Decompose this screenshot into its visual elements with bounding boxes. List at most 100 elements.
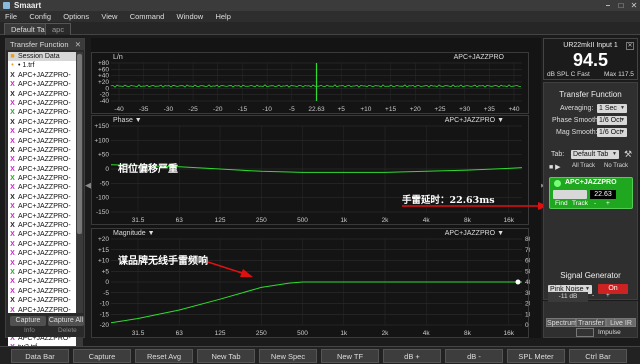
track-all-checkbox[interactable]: ■ ▶	[549, 163, 561, 171]
delay-value-field[interactable]: 22.63	[590, 190, 616, 199]
file-item[interactable]: XAPC+JAZZPRO-	[8, 137, 77, 146]
menu-config[interactable]: Config	[24, 11, 56, 22]
magnitude-trace	[110, 281, 522, 324]
delay-slider[interactable]	[553, 190, 587, 199]
menu-options[interactable]: Options	[58, 11, 94, 22]
x-tick-label: 500	[297, 330, 308, 337]
file-item[interactable]: XAPC+JAZZPRO-	[8, 193, 77, 202]
mode-spectrum[interactable]: Spectrum	[546, 318, 577, 327]
spl-meter-button[interactable]: SPL Meter	[507, 349, 565, 363]
minimize-icon[interactable]: –	[602, 1, 614, 10]
x-tick-label: 250	[256, 217, 267, 224]
ctrl-bar-button[interactable]: Ctrl Bar	[569, 349, 627, 363]
x-tick-label: 1k	[340, 330, 348, 337]
y-tick-label: 0	[105, 279, 109, 286]
db-plus-button[interactable]: dB +	[383, 349, 441, 363]
file-item[interactable]: XAPC+JAZZPRO-	[8, 80, 77, 89]
y-tick-label: -150	[96, 209, 109, 216]
maximize-icon[interactable]: □	[615, 1, 627, 10]
file-item[interactable]: XAPC+JAZZPRO-	[8, 165, 77, 174]
file-item[interactable]: XAPC+JAZZPRO-	[8, 240, 77, 249]
file-name: APC+JAZZPRO-	[18, 156, 71, 164]
generator-on-button[interactable]: On	[598, 284, 628, 294]
file-item[interactable]: XAPC+JAZZPRO-	[8, 277, 77, 286]
file-icon: X	[10, 137, 15, 145]
new-spec-button[interactable]: New Spec	[259, 349, 317, 363]
mode-transfer[interactable]: Transfer	[576, 318, 606, 327]
capture-toolbar-button[interactable]: Capture	[73, 349, 131, 363]
file-item[interactable]: XAPC+JAZZPRO-	[8, 183, 77, 192]
db-minus-button[interactable]: dB -	[445, 349, 503, 363]
x-tick-label: -40	[114, 106, 124, 113]
new-tf-button[interactable]: New TF	[321, 349, 379, 363]
x-tick-label: +10	[360, 106, 371, 113]
scroll-thumb[interactable]	[77, 54, 82, 234]
file-item[interactable]: XAPC+JAZZPRO-	[8, 99, 77, 108]
capture-button[interactable]: Capture	[10, 316, 46, 326]
level-up-icon[interactable]: +	[606, 292, 610, 299]
all-track-label[interactable]: All Track	[572, 163, 595, 169]
delete-button[interactable]: Delete	[58, 327, 77, 334]
tab-select[interactable]: Default Tab	[571, 150, 619, 159]
spl-meter[interactable]: UR22mkII Input 1 94.5 dB SPL C Fast Max …	[543, 38, 638, 80]
magnitude-plot[interactable]: Magnitude ▼ APC+JAZZPRO ▼ +20 +15 +10 +5 0 -5…	[91, 228, 530, 338]
file-item[interactable]: XAPC+JAZZPRO-	[8, 287, 77, 296]
file-item[interactable]: XAPC+JAZZPRO-	[8, 202, 77, 211]
mode-live-ir[interactable]: Live IR	[606, 318, 636, 327]
meter-close-icon[interactable]: ✕	[626, 42, 634, 50]
capture-all-button[interactable]: Capture All	[48, 316, 84, 326]
file-item[interactable]: XAPC+JAZZPRO-	[8, 221, 77, 230]
level-down-icon[interactable]: -	[592, 292, 594, 299]
data-bar-button[interactable]: Data Bar	[11, 349, 69, 363]
info-button[interactable]: Info	[24, 327, 35, 334]
transfer-function-panel: Transfer Function Averaging: 1 Sec Phase…	[543, 82, 638, 300]
file-item[interactable]: XAPC+JAZZPRO-	[8, 127, 77, 136]
close-icon[interactable]: ✕	[75, 39, 81, 50]
file-item[interactable]: • • 1.trf	[8, 61, 77, 70]
generator-level[interactable]: -11 dB	[548, 292, 588, 302]
x-tick-label: 8k	[464, 217, 472, 224]
averaging-select[interactable]: 1 Sec	[597, 104, 627, 113]
find-button[interactable]: Find	[555, 200, 568, 207]
file-icon: X	[10, 71, 15, 79]
file-name: APC+JAZZPRO-	[18, 203, 71, 211]
menu-view[interactable]: View	[96, 11, 122, 22]
file-list-scrollbar[interactable]	[76, 52, 83, 355]
file-item[interactable]: XAPC+JAZZPRO-	[8, 155, 77, 164]
menu-help[interactable]: Help	[210, 11, 235, 22]
track-button[interactable]: Track	[572, 200, 588, 207]
file-item[interactable]: XAPC+JAZZPRO-	[8, 90, 77, 99]
tab-apc[interactable]: apc	[45, 23, 72, 35]
file-item[interactable]: XAPC+JAZZPRO-	[8, 118, 77, 127]
file-item[interactable]: XAPC+JAZZPRO-	[8, 108, 77, 117]
mag-smooth-select[interactable]: 1/6 Oct	[597, 128, 627, 137]
menu-command[interactable]: Command	[125, 11, 170, 22]
right-panel: UR22mkII Input 1 94.5 dB SPL C Fast Max …	[543, 38, 640, 338]
phase-smooth-select[interactable]: 1/6 Oct	[597, 116, 627, 125]
menu-file[interactable]: File	[0, 11, 22, 22]
x-tick-label: 63	[176, 217, 184, 224]
impulse-toggle[interactable]	[576, 328, 594, 337]
file-item[interactable]: XAPC+JAZZPRO-	[8, 249, 77, 258]
session-data-item[interactable]: ■ Session Data	[8, 52, 77, 62]
delay-decrement-icon[interactable]: -	[594, 200, 596, 207]
menu-window[interactable]: Window	[172, 11, 209, 22]
close-icon[interactable]: ✕	[628, 1, 640, 10]
reset-avg-button[interactable]: Reset Avg	[135, 349, 193, 363]
file-item[interactable]: XAPC+JAZZPRO-	[8, 174, 77, 183]
delay-increment-icon[interactable]: +	[606, 200, 610, 207]
y-tick-label: -20	[100, 322, 110, 329]
tools-icon[interactable]: ⚒	[624, 149, 632, 160]
file-item[interactable]: XAPC+JAZZPRO-	[8, 268, 77, 277]
measurement-config[interactable]: APC+JAZZPRO 22.63 Find Track - +	[549, 177, 633, 209]
new-tab-button[interactable]: New Tab	[197, 349, 255, 363]
file-item[interactable]: XAPC+JAZZPRO-	[8, 146, 77, 155]
live-ir-plot[interactable]: L/n APC+JAZZPRO +80 +60 +40 +20 0 -20 -40 -40 -3…	[91, 52, 529, 114]
file-item[interactable]: XAPC+JAZZPRO-	[8, 212, 77, 221]
file-item[interactable]: XAPC+JAZZPRO-	[8, 71, 77, 80]
y-tick-label: +5	[102, 268, 110, 275]
file-item[interactable]: XAPC+JAZZPRO-	[8, 296, 77, 305]
file-item[interactable]: XAPC+JAZZPRO-	[8, 230, 77, 239]
no-track-label[interactable]: No Track	[604, 163, 628, 169]
file-item[interactable]: XAPC+JAZZPRO-	[8, 259, 77, 268]
